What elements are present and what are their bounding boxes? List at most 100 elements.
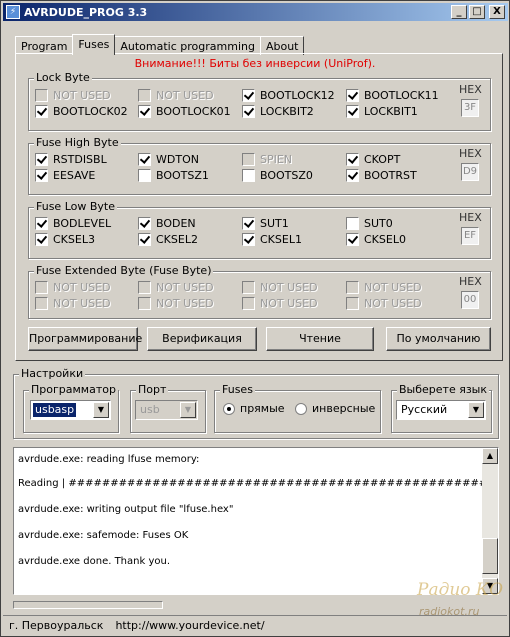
fuse-high-checkbox[interactable]: EESAVE: [35, 169, 95, 182]
window-title: AVRDUDE_PROG 3.3: [24, 5, 148, 19]
watermark-line2: radiokot.ru: [419, 605, 479, 618]
programmer-select[interactable]: usbasp ▼: [30, 400, 111, 420]
progress-bar: [13, 601, 163, 609]
fuse-low-checkbox[interactable]: BODEN: [138, 217, 196, 230]
fuse-ext-checkbox: NOT USED: [242, 281, 318, 294]
fuse-low-checkbox[interactable]: CKSEL1: [242, 233, 302, 246]
checkmark-icon: [138, 233, 151, 246]
checkbox-empty-icon: [138, 169, 151, 182]
checkbox-label: NOT USED: [156, 89, 214, 102]
checkbox-label: NOT USED: [53, 281, 111, 294]
chevron-down-icon[interactable]: ▼: [180, 402, 196, 418]
read-button[interactable]: Чтение: [266, 327, 374, 351]
minimize-button[interactable]: _: [451, 5, 467, 19]
radio-selected-icon: [223, 402, 235, 415]
close-button[interactable]: X: [489, 5, 505, 19]
programmer-value: usbasp: [33, 403, 77, 417]
verify-button[interactable]: Верификация: [147, 327, 257, 351]
checkbox-empty-icon: [35, 297, 48, 310]
main-window: ⚡ AVRDUDE_PROG 3.3 _ □ X Program Fuses A…: [0, 0, 510, 637]
title-bar: ⚡ AVRDUDE_PROG 3.3 _ □ X: [3, 3, 508, 21]
lock-checkbox[interactable]: BOOTLOCK11: [346, 89, 439, 102]
log-line: avrdude.exe done. Thank you.: [18, 556, 171, 567]
checkbox-label: RSTDISBL: [53, 153, 107, 166]
radio-direct[interactable]: прямые: [223, 402, 285, 415]
log-line: Reading | ##############################…: [18, 478, 498, 489]
checkbox-label: CKSEL3: [53, 233, 95, 246]
fuse-high-checkbox[interactable]: BOOTRST: [346, 169, 417, 182]
fuse-low-hex-value: EF: [461, 227, 479, 245]
fuse-ext-checkbox: NOT USED: [242, 297, 318, 310]
checkmark-icon: [346, 89, 359, 102]
fuse-ext-checkbox: NOT USED: [35, 297, 111, 310]
checkbox-label: NOT USED: [260, 297, 318, 310]
chevron-down-icon[interactable]: ▼: [93, 402, 109, 418]
lock-checkbox[interactable]: LOCKBIT1: [346, 105, 418, 118]
checkmark-icon: [138, 153, 151, 166]
checkbox-label: NOT USED: [260, 281, 318, 294]
checkbox-empty-icon: [138, 281, 151, 294]
language-value: Русский: [401, 403, 448, 416]
log-output[interactable]: avrdude.exe: reading lfuse memory: Readi…: [13, 447, 499, 595]
default-button[interactable]: По умолчанию: [386, 327, 491, 351]
fuse-low-checkbox[interactable]: CKSEL0: [346, 233, 406, 246]
checkbox-empty-icon: [242, 281, 255, 294]
fuses-mode-label: Fuses: [220, 383, 255, 396]
program-button[interactable]: Программирование: [28, 327, 142, 351]
scroll-thumb[interactable]: [482, 538, 498, 574]
fuse-low-checkbox[interactable]: CKSEL3: [35, 233, 95, 246]
fuse-low-label: Fuse Low Byte: [34, 200, 117, 213]
lock-checkbox[interactable]: BOOTLOCK02: [35, 105, 128, 118]
lock-checkbox: NOT USED: [138, 89, 214, 102]
fuse-high-checkbox[interactable]: BOOTSZ1: [138, 169, 209, 182]
watermark-logo: Радио КОТ radiokot.ru: [416, 580, 503, 618]
checkbox-empty-icon: [346, 281, 359, 294]
fuse-low-checkbox[interactable]: SUT0: [346, 217, 393, 230]
log-scrollbar[interactable]: ▲ ▼: [482, 448, 498, 594]
language-select[interactable]: Русский ▼: [396, 400, 486, 420]
checkbox-label: NOT USED: [156, 297, 214, 310]
tab-fuses[interactable]: Fuses: [72, 34, 116, 55]
inversion-warning: Внимание!!! Биты без инверсии (UniProf).: [134, 57, 376, 70]
port-select[interactable]: usb ▼: [135, 400, 198, 420]
scroll-up-icon[interactable]: ▲: [482, 448, 498, 464]
checkmark-icon: [346, 153, 359, 166]
checkmark-icon: [35, 153, 48, 166]
checkmark-icon: [242, 233, 255, 246]
radio-inverse-label: инверсные: [312, 402, 376, 415]
settings-label: Настройки: [19, 367, 86, 380]
checkbox-label: NOT USED: [364, 281, 422, 294]
fuse-high-checkbox[interactable]: RSTDISBL: [35, 153, 107, 166]
maximize-button[interactable]: □: [469, 5, 485, 19]
status-city: г. Первоуральск: [9, 619, 104, 632]
radio-direct-label: прямые: [240, 402, 285, 415]
fuse-high-checkbox: SPIEN: [242, 153, 292, 166]
lock-checkbox[interactable]: LOCKBIT2: [242, 105, 314, 118]
checkmark-icon: [346, 233, 359, 246]
radio-unselected-icon: [295, 402, 307, 415]
lock-checkbox[interactable]: BOOTLOCK01: [138, 105, 231, 118]
fuse-ext-hex-value: 00: [461, 291, 479, 309]
checkbox-label: BODLEVEL: [53, 217, 112, 230]
language-label: Выберете язык: [397, 383, 489, 396]
fuse-high-checkbox[interactable]: CKOPT: [346, 153, 400, 166]
checkbox-label: BOOTLOCK11: [364, 89, 439, 102]
fuse-low-checkbox[interactable]: BODLEVEL: [35, 217, 111, 230]
fuse-high-checkbox[interactable]: BOOTSZ0: [242, 169, 313, 182]
fuse-low-checkbox[interactable]: CKSEL2: [138, 233, 198, 246]
fuse-high-checkbox[interactable]: WDTON: [138, 153, 199, 166]
checkbox-label: SUT0: [364, 217, 393, 230]
lock-hex-label: HEX: [459, 83, 482, 96]
checkmark-icon: [138, 105, 151, 118]
fuse-low-checkbox[interactable]: SUT1: [242, 217, 289, 230]
log-line: avrdude.exe: reading lfuse memory:: [18, 454, 200, 465]
fuse-extended-group: Fuse Extended Byte (Fuse Byte) HEX 00: [28, 264, 491, 319]
radio-inverse[interactable]: инверсные: [295, 402, 375, 415]
checkbox-label: CKSEL2: [156, 233, 198, 246]
checkbox-empty-icon: [138, 89, 151, 102]
lock-hex-value: 3F: [461, 99, 479, 117]
chevron-down-icon[interactable]: ▼: [468, 402, 484, 418]
checkbox-empty-icon: [242, 153, 255, 166]
lock-checkbox[interactable]: BOOTLOCK12: [242, 89, 335, 102]
checkbox-empty-icon: [346, 217, 359, 230]
